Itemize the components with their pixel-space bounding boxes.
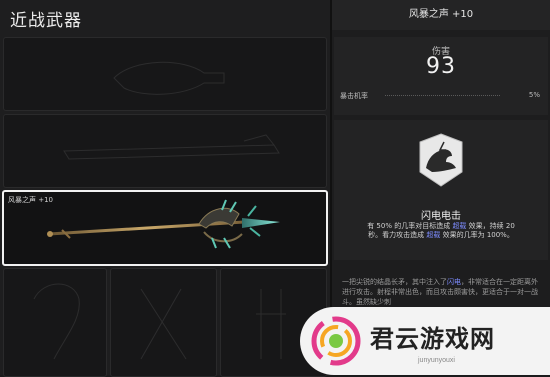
site-watermark: 君云游戏网 junyunyouxi [300, 307, 550, 375]
watermark-brand: 君云游戏网 [370, 324, 495, 353]
overload-keyword-link-1[interactable]: 超载 [452, 222, 466, 230]
overload-keyword-link-2[interactable]: 超载 [426, 231, 440, 239]
weapon-slot-3-selected[interactable]: 风暴之声 +10 [2, 190, 328, 266]
lightning-hand-icon [419, 133, 463, 187]
weapon-slot-1[interactable] [3, 37, 327, 111]
empty-weapon-silhouette-icon [63, 134, 280, 160]
crit-chance-dotted-leader [385, 95, 500, 97]
empty-weapon-silhouette-icon [140, 288, 187, 360]
storm-spear-weapon-icon [47, 199, 280, 249]
empty-weapon-silhouette-icon [33, 283, 80, 360]
weapon-slot-4[interactable] [3, 268, 107, 377]
crit-chance-label: 暴击机率 [340, 92, 368, 100]
weapon-slot-2[interactable] [3, 114, 327, 188]
watermark-logo-icon [311, 316, 361, 366]
weapon-list-panel: 近战武器 风暴之声 +10 [0, 0, 330, 377]
perk-name: 闪电电击 [421, 211, 461, 222]
lore-text-1: 一把尖锐的结晶长矛，其中注入了 [342, 278, 447, 286]
perk-description: 有 50% 的几率对目标造成 超载 效果，持续 20 秒。看力攻击造成 超载 效… [362, 222, 520, 240]
perk-box: 闪电电击 有 50% 的几率对目标造成 超载 效果，持续 20 秒。看力攻击造成… [334, 120, 548, 260]
lightning-keyword-link[interactable]: 闪电 [447, 278, 461, 286]
damage-value: 93 [426, 54, 456, 79]
weapon-name-header: 风暴之声 +10 [332, 0, 550, 30]
stats-box: 伤害 93 [334, 37, 548, 115]
weapon-slot-5[interactable] [110, 268, 217, 377]
watermark-domain: junyunyouxi [418, 357, 455, 364]
perk-desc-text-1: 有 50% 的几率对目标造成 [367, 222, 453, 230]
crit-chance-value: 5% [528, 91, 540, 99]
screen-title: 近战武器 [10, 11, 82, 31]
weapon-lore-text: 一把尖锐的结晶长矛，其中注入了闪电，非常适合在一定距离外进行攻击。射程非常出色，… [342, 277, 538, 307]
perk-desc-text-3: 效果的几率为 100%。 [440, 231, 514, 239]
empty-weapon-silhouette-icon [113, 61, 225, 95]
